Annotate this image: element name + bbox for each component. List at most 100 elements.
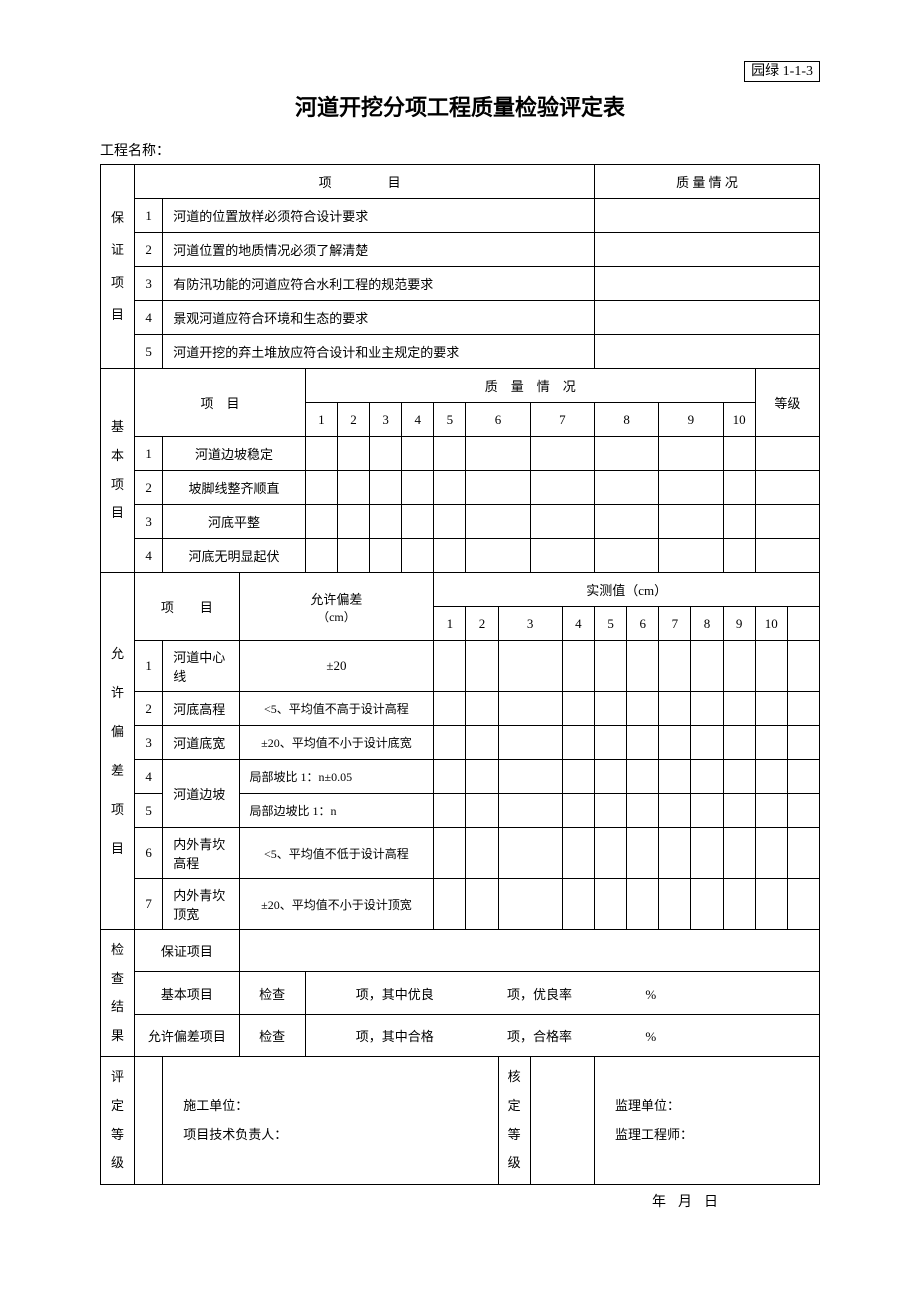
date-line: 年月日: [100, 1191, 820, 1211]
table-row: 2 河道位置的地质情况必须了解清楚: [101, 233, 820, 267]
table-row: 2河底高程<5、平均值不高于设计高程: [101, 692, 820, 726]
section3-header: 允许偏差项目: [101, 573, 135, 930]
col-item-1: 项 目: [135, 165, 595, 199]
empty-cell[interactable]: [239, 930, 819, 972]
row-num: 3: [135, 267, 163, 301]
row-name: 河底高程: [163, 692, 239, 726]
empty-cell[interactable]: [595, 233, 820, 267]
section1-header: 保证项目: [101, 165, 135, 369]
section2-header: 基本项目: [101, 369, 135, 573]
empty-cell[interactable]: [595, 199, 820, 233]
empty-cell[interactable]: [135, 1057, 163, 1184]
num-hdr: 8: [595, 403, 659, 437]
row-num: 4: [135, 760, 163, 794]
row-num: 2: [135, 233, 163, 267]
row-name: 河道中心线: [163, 641, 239, 692]
table-row: 1河道边坡稳定: [101, 437, 820, 471]
num-hdr: 1: [434, 607, 466, 641]
results-dev-label: 允许偏差项目: [135, 1014, 239, 1056]
results-dev-line: 项，其中合格 项，合格率 %: [305, 1014, 819, 1056]
row-tol: <5、平均值不高于设计高程: [239, 692, 434, 726]
num-hdr: 9: [723, 607, 755, 641]
num-hdr: 6: [466, 403, 530, 437]
row-num: 5: [135, 794, 163, 828]
table-row: 3河道底宽±20、平均值不小于设计底宽: [101, 726, 820, 760]
num-hdr: [787, 607, 819, 641]
row-num: 4: [135, 539, 163, 573]
table-row: 保证项目 项 目 质 量 情 况: [101, 165, 820, 199]
doc-code: 园绿 1-1-3: [744, 61, 820, 82]
row-num: 2: [135, 692, 163, 726]
row-tol: 局部坡比 1：n±0.05: [239, 760, 434, 794]
row-num: 4: [135, 301, 163, 335]
row-text: 河道的位置放样必须符合设计要求: [163, 199, 595, 233]
row-name: 内外青坎高程: [163, 828, 239, 879]
row-tol: <5、平均值不低于设计高程: [239, 828, 434, 879]
results-basic-label: 基本项目: [135, 972, 239, 1014]
num-hdr: 6: [627, 607, 659, 641]
table-row: 1 河道的位置放样必须符合设计要求: [101, 199, 820, 233]
col-quality-2: 质 量 情 况: [305, 369, 755, 403]
col-quality-1: 质 量 情 况: [595, 165, 820, 199]
table-row: 允许偏差项目 检查 项，其中合格 项，合格率 %: [101, 1014, 820, 1056]
table-row: 1河道中心线±20: [101, 641, 820, 692]
check-word: 检查: [239, 972, 305, 1014]
num-hdr: 10: [723, 403, 755, 437]
col-grade: 等级: [755, 369, 819, 437]
row-num: 6: [135, 828, 163, 879]
table-row: 检查结果 保证项目: [101, 930, 820, 972]
empty-cell[interactable]: [595, 335, 820, 369]
row-num: 5: [135, 335, 163, 369]
row-text: 景观河道应符合环境和生态的要求: [163, 301, 595, 335]
col-item-3: 项 目: [135, 573, 239, 641]
row-tol: ±20、平均值不小于设计底宽: [239, 726, 434, 760]
num-hdr: 3: [498, 607, 562, 641]
row-num: 3: [135, 505, 163, 539]
num-hdr: 9: [659, 403, 723, 437]
table-row: 2坡脚线整齐顺直: [101, 471, 820, 505]
num-hdr: 1: [305, 403, 337, 437]
table-row: 3 有防汛功能的河道应符合水利工程的规范要求: [101, 267, 820, 301]
check-word: 检查: [239, 1014, 305, 1056]
empty-cell[interactable]: [595, 301, 820, 335]
num-hdr: 10: [755, 607, 787, 641]
form-table: 保证项目 项 目 质 量 情 况 1 河道的位置放样必须符合设计要求 2 河道位…: [100, 164, 820, 1185]
table-row: 基本项目 项 目 质 量 情 况 等级: [101, 369, 820, 403]
col-measured: 实测值（cm）: [434, 573, 820, 607]
empty-cell[interactable]: [595, 267, 820, 301]
project-name-label: 工程名称：: [100, 140, 820, 160]
row-num: 7: [135, 879, 163, 930]
eval-header: 评定等级: [101, 1057, 135, 1184]
supervision-signblock: 监理单位： 监理工程师：: [595, 1057, 820, 1184]
num-hdr: 7: [659, 607, 691, 641]
num-hdr: 4: [562, 607, 594, 641]
approval-header: 核定等级: [498, 1057, 530, 1184]
row-num: 3: [135, 726, 163, 760]
row-num: 1: [135, 437, 163, 471]
table-row: 基本项目 检查 项，其中优良 项，优良率 %: [101, 972, 820, 1014]
row-text: 河底无明显起伏: [163, 539, 306, 573]
num-hdr: 7: [530, 403, 594, 437]
row-num: 1: [135, 641, 163, 692]
empty-cell[interactable]: [530, 1057, 594, 1184]
table-row: 4 景观河道应符合环境和生态的要求: [101, 301, 820, 335]
construction-signblock: 施工单位： 项目技术负责人：: [163, 1057, 498, 1184]
results-guarantee-label: 保证项目: [135, 930, 239, 972]
num-hdr: 5: [595, 607, 627, 641]
table-row: 4河道边坡局部坡比 1：n±0.05: [101, 760, 820, 794]
page-title: 河道开挖分项工程质量检验评定表: [100, 90, 820, 122]
row-tol: ±20、平均值不小于设计顶宽: [239, 879, 434, 930]
row-name: 河道边坡: [163, 760, 239, 828]
row-text: 坡脚线整齐顺直: [163, 471, 306, 505]
table-row: 评定等级 施工单位： 项目技术负责人： 核定等级 监理单位： 监理工程师：: [101, 1057, 820, 1184]
row-name: 河道底宽: [163, 726, 239, 760]
num-hdr: 2: [337, 403, 369, 437]
num-hdr: 2: [466, 607, 498, 641]
row-text: 河底平整: [163, 505, 306, 539]
num-hdr: 3: [370, 403, 402, 437]
row-text: 河道位置的地质情况必须了解清楚: [163, 233, 595, 267]
col-item-2: 项 目: [135, 369, 306, 437]
num-hdr: 8: [691, 607, 723, 641]
row-text: 有防汛功能的河道应符合水利工程的规范要求: [163, 267, 595, 301]
table-row: 允许偏差项目 项 目 允许偏差 （cm） 实测值（cm）: [101, 573, 820, 607]
